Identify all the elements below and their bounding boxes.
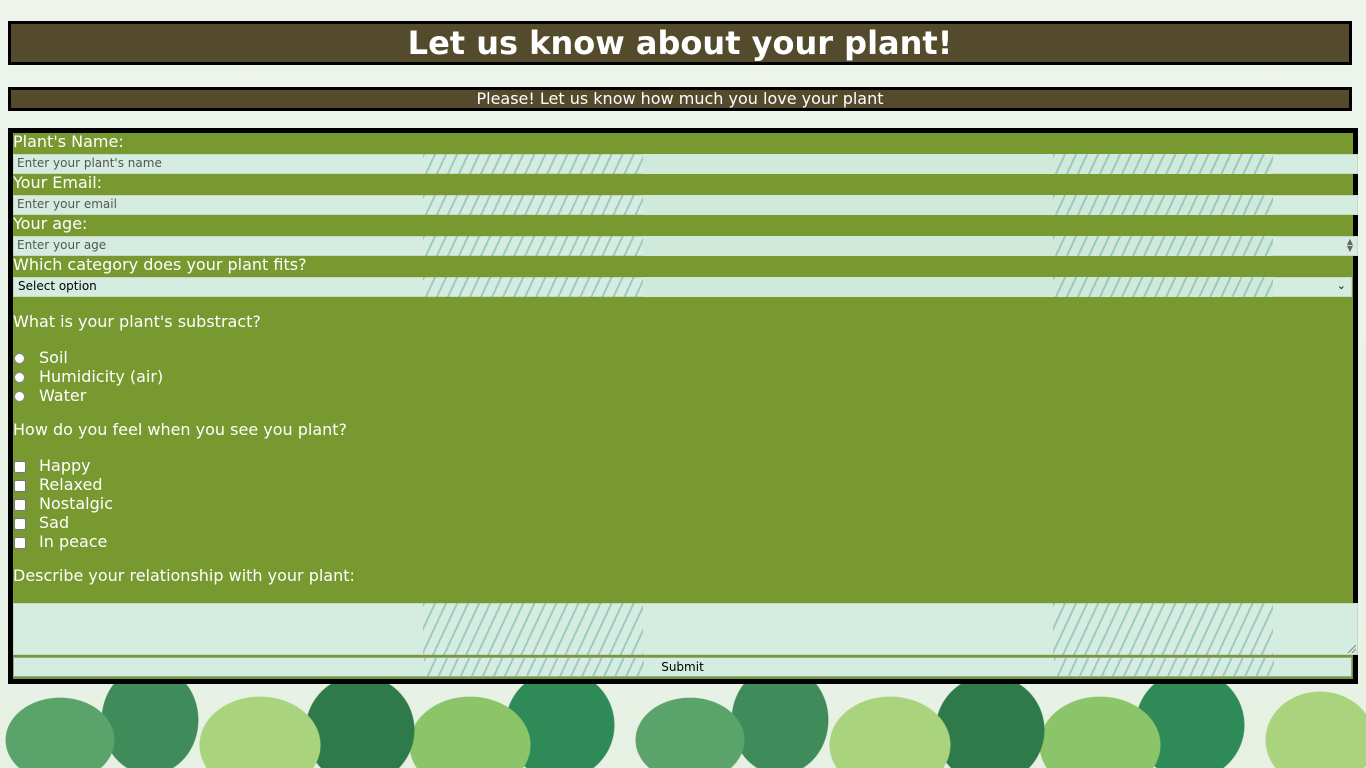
- plant-name-input[interactable]: Enter your plant's name: [13, 154, 1358, 174]
- feel-question: How do you feel when you see you plant?: [13, 420, 348, 439]
- age-placeholder: Enter your age: [17, 238, 107, 252]
- checkbox-nostalgic[interactable]: [14, 499, 26, 511]
- checkbox-sad[interactable]: [14, 518, 26, 530]
- plant-name-placeholder: Enter your plant's name: [17, 156, 162, 170]
- email-placeholder: Enter your email: [17, 197, 117, 211]
- email-input[interactable]: Enter your email: [13, 195, 1358, 215]
- substract-option-label: Humidicity (air): [39, 367, 164, 386]
- checkbox-happy[interactable]: [14, 461, 26, 473]
- plant-form: Plant's Name: Enter your plant's name Yo…: [8, 128, 1358, 684]
- chevron-down-icon: ⌄: [1336, 279, 1346, 292]
- feel-option-label: Happy: [39, 456, 91, 475]
- page-title: Let us know about your plant!: [407, 24, 953, 62]
- feel-option-label: Relaxed: [39, 475, 103, 494]
- checkbox-in-peace[interactable]: [14, 537, 26, 549]
- substract-option-label: Soil: [39, 348, 68, 367]
- radio-soil[interactable]: [14, 353, 25, 364]
- submit-button-label: Submit: [661, 660, 704, 674]
- age-input[interactable]: Enter your age ▲ ▼: [13, 236, 1358, 256]
- feel-option-label: Sad: [39, 513, 70, 532]
- spinner-icon[interactable]: ▲ ▼: [1344, 238, 1356, 253]
- plant-name-label: Plant's Name:: [13, 132, 124, 151]
- radio-water[interactable]: [14, 391, 25, 402]
- relationship-label: Describe your relationship with your pla…: [13, 566, 355, 585]
- substract-option-label: Water: [39, 386, 87, 405]
- radio-humidicity[interactable]: [14, 372, 25, 383]
- feel-option-label: Nostalgic: [39, 494, 114, 513]
- resize-grip-icon[interactable]: [1348, 645, 1356, 653]
- category-select[interactable]: Select option ⌄: [13, 277, 1352, 297]
- category-label: Which category does your plant fits?: [13, 255, 307, 274]
- relationship-textarea[interactable]: [13, 603, 1358, 655]
- category-selected-value: Select option: [18, 279, 97, 293]
- feel-option-label: In peace: [39, 532, 108, 551]
- email-label: Your Email:: [13, 173, 103, 192]
- substract-question: What is your plant's substract?: [13, 312, 261, 331]
- page-title-banner: Let us know about your plant!: [8, 21, 1352, 65]
- checkbox-relaxed[interactable]: [14, 480, 26, 492]
- page-subtitle: Please! Let us know how much you love yo…: [476, 89, 884, 108]
- submit-button[interactable]: Submit: [13, 657, 1352, 677]
- page-subtitle-banner: Please! Let us know how much you love yo…: [8, 87, 1352, 111]
- age-label: Your age:: [13, 214, 88, 233]
